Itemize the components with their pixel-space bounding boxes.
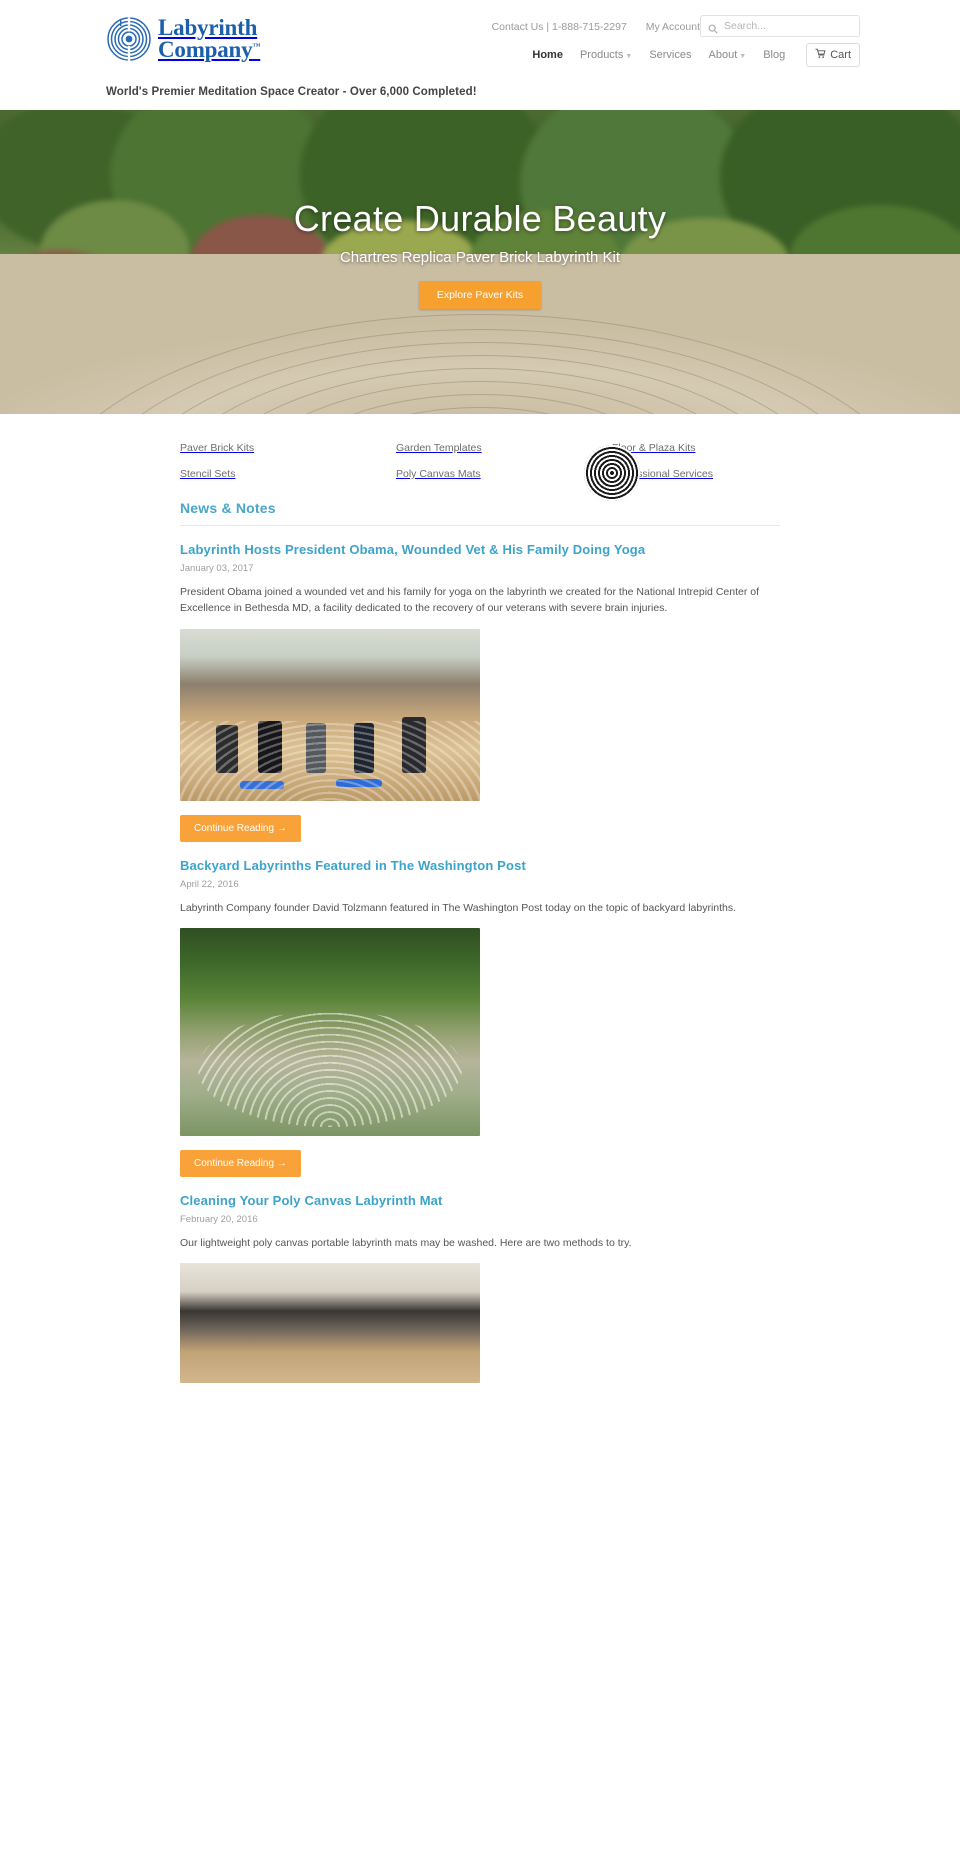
cart-label: Cart (830, 49, 851, 61)
nav-item-blog[interactable]: Blog (763, 49, 785, 61)
site-header: Labyrinth Company™ Contact Us | 1-888-71… (0, 0, 960, 110)
article-date: April 22, 2016 (180, 878, 239, 890)
continue-reading-button[interactable]: Continue Reading → (180, 814, 301, 842)
site-logo[interactable]: Labyrinth Company™ (106, 16, 260, 62)
article-excerpt: Our lightweight poly canvas portable lab… (180, 1236, 632, 1249)
contact-us-link[interactable]: Contact Us | 1-888-715-2297 (492, 21, 627, 33)
category-row-2: Stencil Sets Poly Canvas Mats Profession… (180, 444, 780, 501)
category-label: Poly Canvas Mats (396, 468, 481, 480)
trademark-symbol: ™ (252, 41, 261, 51)
news-article: Backyard Labyrinths Featured in The Wash… (180, 842, 780, 1177)
article-excerpt: President Obama joined a wounded vet and… (180, 586, 760, 615)
search-icon (708, 21, 718, 34)
article-excerpt: Labyrinth Company founder David Tolzmann… (180, 901, 737, 914)
continue-reading-button[interactable]: Continue Reading → (180, 1149, 301, 1177)
article-title-link[interactable]: Backyard Labyrinths Featured in The Wash… (180, 858, 780, 873)
nav-item-services[interactable]: Services (649, 49, 691, 61)
nav-item-about[interactable]: About ▼ (709, 49, 747, 61)
news-section: News & Notes Labyrinth Hosts President O… (180, 500, 780, 1423)
utility-nav: Contact Us | 1-888-715-2297 My Account (492, 21, 700, 33)
cart-button[interactable]: Cart (806, 43, 860, 67)
main-navigation: Home Products ▼ Services About ▼ Blog Cart (532, 43, 860, 67)
labyrinth-logo-icon (106, 16, 152, 62)
logo-line-1: Labyrinth (158, 14, 258, 40)
header-row: Labyrinth Company™ Contact Us | 1-888-71… (0, 10, 960, 72)
category-card-stencil-sets[interactable]: Stencil Sets (180, 464, 348, 482)
category-label: Paver Brick Kits (180, 442, 255, 454)
nav-item-products[interactable]: Products ▼ (580, 49, 632, 61)
search-box[interactable] (700, 15, 860, 37)
hero-heading: Create Durable Beauty (293, 198, 667, 239)
article-title-link[interactable]: Cleaning Your Poly Canvas Labyrinth Mat (180, 1193, 780, 1208)
news-section-heading: News & Notes (180, 500, 780, 526)
article-image (180, 1263, 480, 1384)
chevron-down-icon: ▼ (625, 53, 633, 60)
article-date: January 03, 2017 (180, 563, 254, 574)
category-card-garden-templates[interactable]: Garden Templates (396, 438, 564, 456)
news-article: Cleaning Your Poly Canvas Labyrinth Mat … (180, 1177, 780, 1384)
category-grid: Paver Brick Kits Garden Templates Floor … (180, 438, 780, 501)
category-label: Stencil Sets (180, 468, 236, 480)
hero-content: Create Durable Beauty Chartres Replica P… (0, 110, 960, 309)
logo-line-2: Company™ (158, 37, 261, 62)
shopping-cart-icon (815, 48, 826, 62)
site-tagline: World's Premier Meditation Space Creator… (106, 86, 477, 98)
my-account-link[interactable]: My Account (646, 21, 700, 33)
hero-subheading: Chartres Replica Paver Brick Labyrinth K… (339, 249, 621, 266)
article-image (180, 927, 480, 1136)
category-label: Garden Templates (396, 442, 482, 454)
logo-wordmark: Labyrinth Company™ (158, 14, 261, 62)
chevron-down-icon: ▼ (739, 53, 747, 60)
category-row-1: Paver Brick Kits Garden Templates Floor … (180, 438, 780, 456)
nav-item-home[interactable]: Home (532, 49, 563, 61)
category-card-floor-plaza-kits[interactable]: Floor & Plaza Kits (612, 438, 780, 456)
search-input[interactable] (724, 20, 852, 32)
news-article: Labyrinth Hosts President Obama, Wounded… (180, 526, 780, 842)
explore-paver-kits-button[interactable]: Explore Paver Kits (418, 281, 542, 309)
category-card-poly-canvas-mats[interactable]: Poly Canvas Mats (396, 464, 564, 482)
category-card-professional-services[interactable]: Professional Services (584, 444, 780, 501)
article-date: February 20, 2016 (180, 1213, 258, 1225)
category-card-paver-brick-kits[interactable]: Paver Brick Kits (180, 438, 348, 456)
article-title-link[interactable]: Labyrinth Hosts President Obama, Wounded… (180, 542, 780, 557)
hero-banner: Create Durable Beauty Chartres Replica P… (0, 110, 960, 414)
article-image (180, 628, 480, 801)
